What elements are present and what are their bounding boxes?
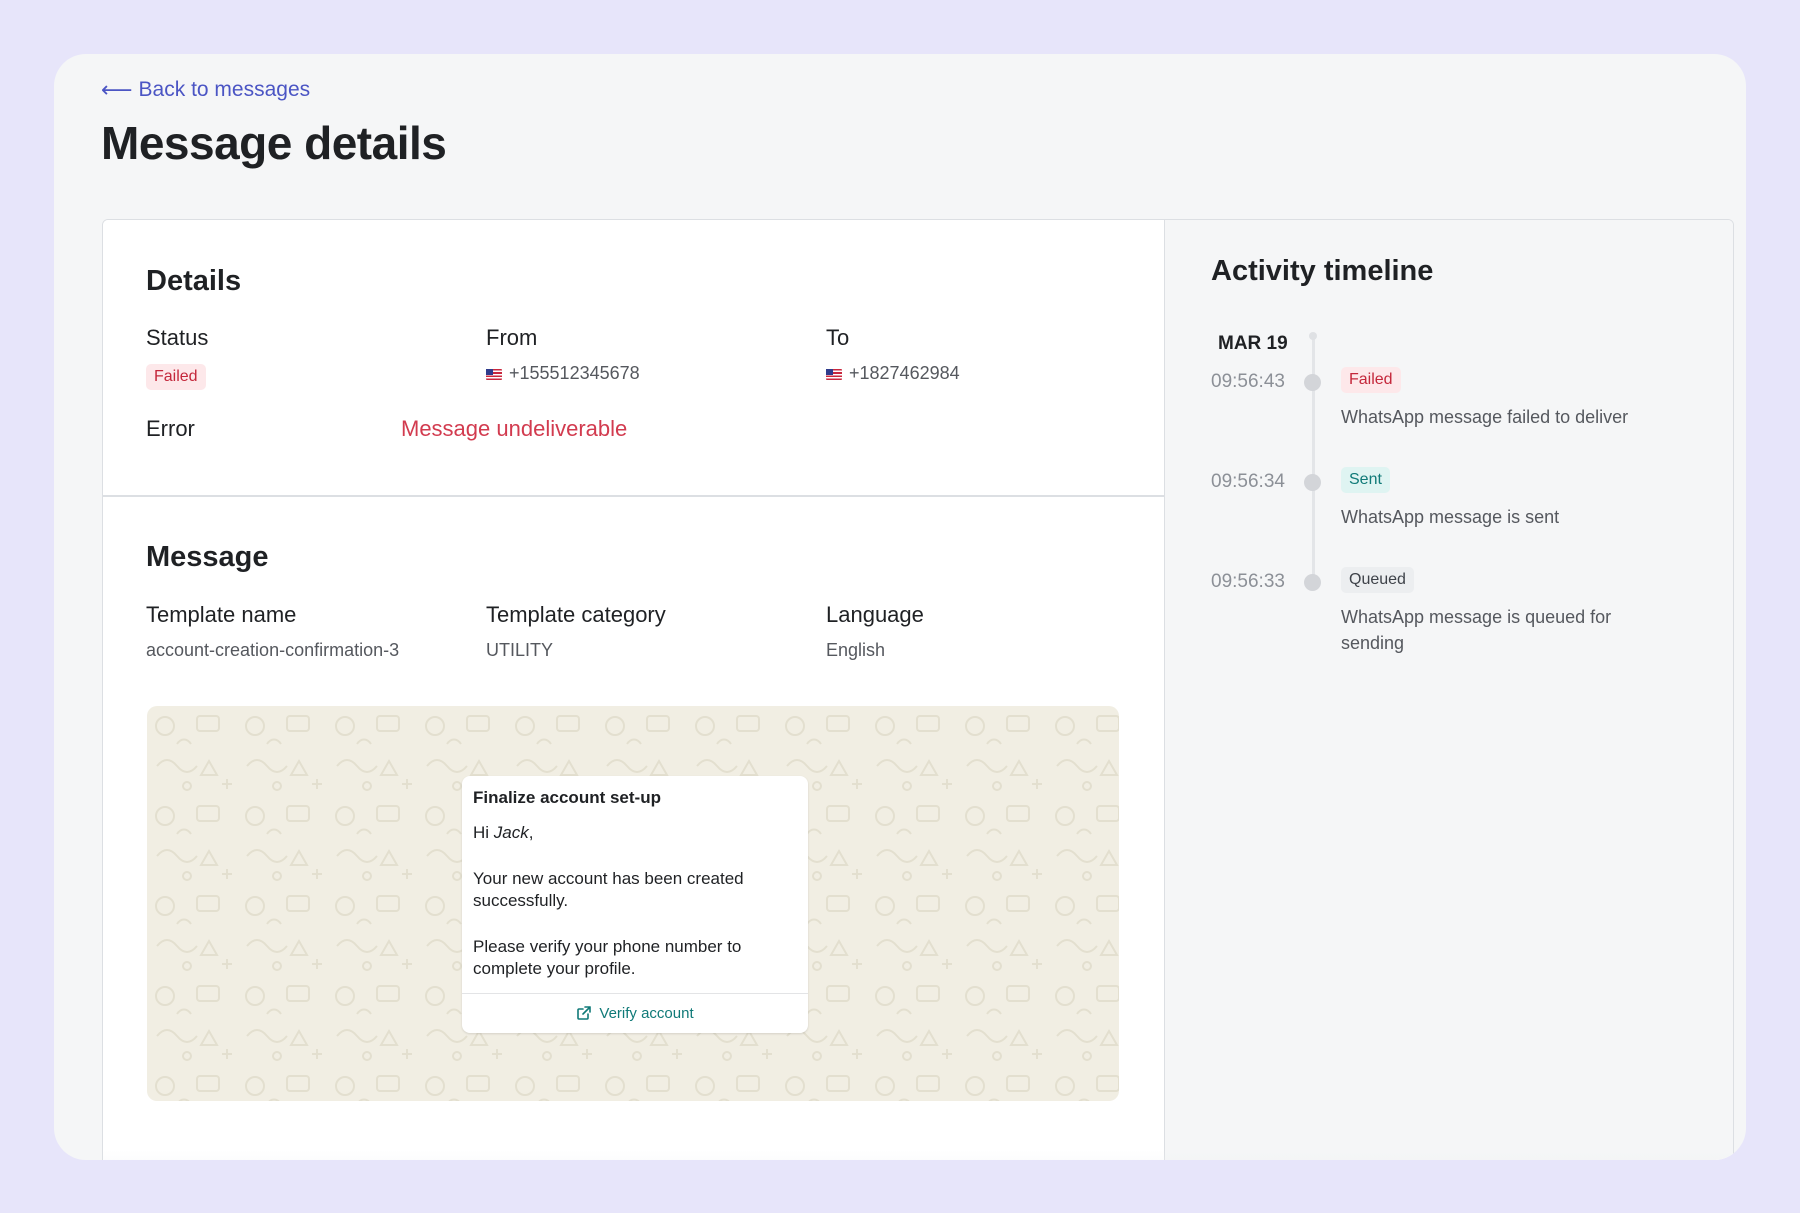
app-window: ⟵ Back to messages Message details Detai… [54,54,1746,1160]
timeline-status-badge: Failed [1341,367,1401,393]
timeline-status-badge: Queued [1341,567,1414,593]
error-label: Error [146,416,195,441]
details-heading: Details [146,265,242,297]
external-link-icon [577,1006,592,1020]
timeline-time: 09:56:33 [1211,571,1285,592]
to-number: +1827462984 [849,363,960,383]
back-link-label: Back to messages [138,78,311,101]
verify-account-label: Verify account [599,1004,694,1022]
timeline-description: WhatsApp message failed to deliver [1341,407,1629,427]
timeline-status-badge: Sent [1341,467,1390,493]
timeline-dot [1304,474,1321,491]
bubble-body: Hi Jack, Your new account has been creat… [473,822,799,1004]
template-name-value: account-creation-confirmation-3 [146,640,400,660]
bubble-paragraph-2: Please verify your phone number to compl… [473,937,742,978]
template-category-value: UTILITY [486,640,554,660]
page-title: Message details [101,117,447,169]
section-divider [103,495,1164,497]
language-label: Language [826,602,924,627]
message-details-card: Details Status Failed From +155512345678… [102,219,1734,1160]
message-heading: Message [146,541,269,573]
template-message-bubble: Finalize account set-up Hi Jack, Your ne… [462,776,808,1033]
activity-timeline-panel: Activity timeline MAR 19 09:56:43 Failed… [1164,220,1733,1160]
from-number: +155512345678 [509,363,640,383]
timeline-start-dot [1309,332,1317,340]
back-to-messages-link[interactable]: ⟵ Back to messages [101,78,310,102]
timeline-time: 09:56:34 [1211,471,1285,492]
bubble-greeting: Hi Jack, [473,822,799,844]
us-flag-icon [486,369,502,380]
language-value: English [826,640,886,660]
timeline-time: 09:56:43 [1211,371,1285,392]
timeline-heading: Activity timeline [1211,255,1434,287]
timeline-dot [1304,374,1321,391]
verify-account-button[interactable]: Verify account [462,993,808,1033]
from-value: +155512345678 [486,363,640,384]
greeting-text: Hi [473,823,490,842]
timeline-description: WhatsApp message is sent [1341,507,1560,527]
timeline-date: MAR 19 [1218,333,1288,354]
template-name-label: Template name [146,602,297,627]
status-badge: Failed [146,364,206,390]
to-value: +1827462984 [826,363,960,384]
details-panel: Details Status Failed From +155512345678… [103,220,1164,1160]
message-preview: Finalize account set-up Hi Jack, Your ne… [147,706,1119,1101]
error-value: Message undeliverable [401,416,628,441]
template-category-label: Template category [486,602,666,627]
bubble-title: Finalize account set-up [473,788,661,807]
to-label: To [826,325,850,350]
timeline-line [1312,335,1315,575]
from-label: From [486,325,538,350]
status-label: Status [146,325,209,350]
greeting-name: Jack [493,823,529,842]
us-flag-icon [826,369,842,380]
timeline-dot [1304,574,1321,591]
greeting-punct: , [528,823,534,842]
timeline-description: WhatsApp message is queued for sending [1341,607,1612,653]
bubble-paragraph-1: Your new account has been created succes… [473,869,744,910]
arrow-left-icon: ⟵ [101,77,133,102]
